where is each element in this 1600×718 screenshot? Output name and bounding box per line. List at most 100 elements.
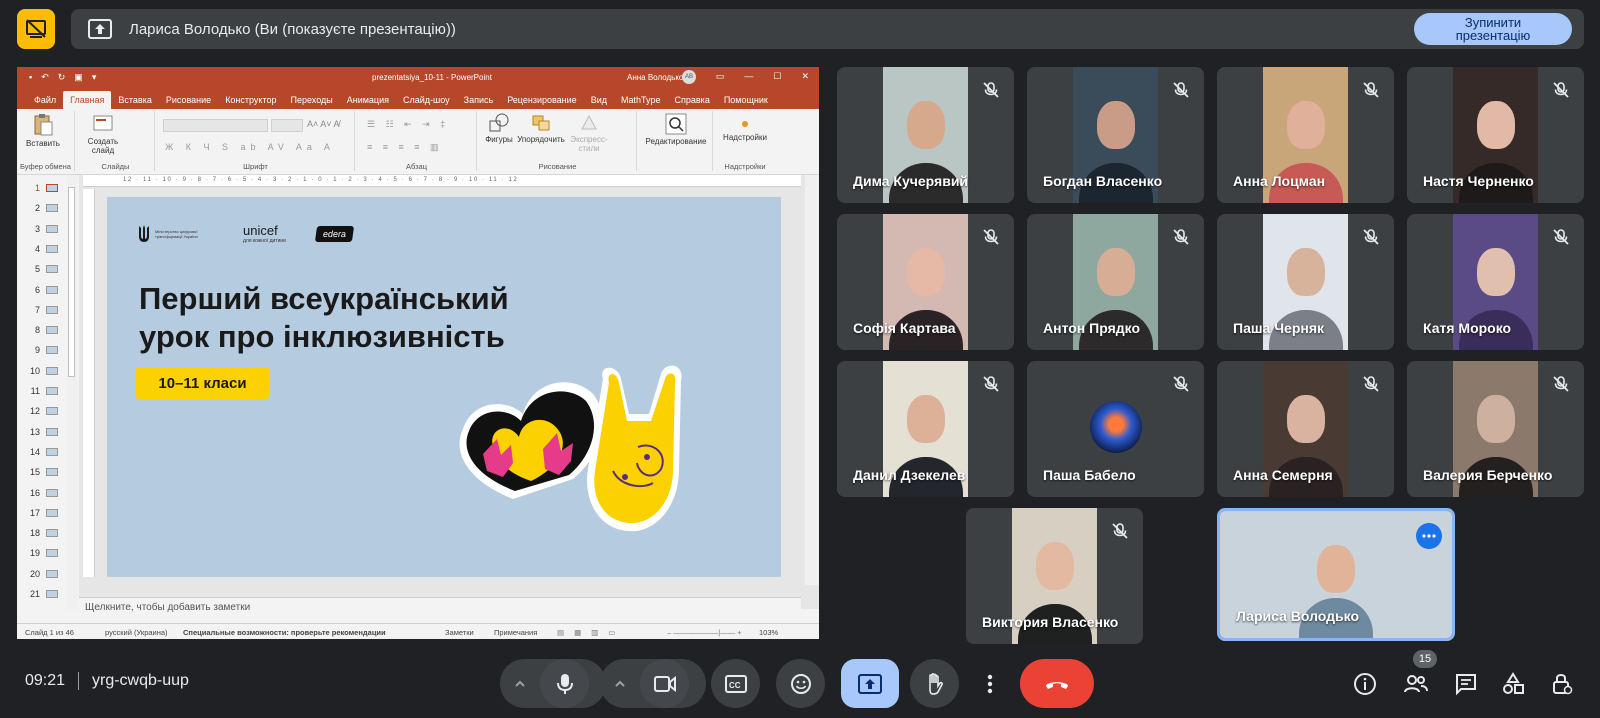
slide-canvas[interactable]: Міністерство цифрової трансформації Укра… [107, 197, 781, 577]
comments-toggle[interactable]: Примечания [494, 628, 537, 637]
stop-presenting-button[interactable]: Зупинити презентацію [1414, 13, 1572, 45]
paste-button[interactable]: Вставить [23, 113, 63, 148]
undo-icon[interactable]: ↶ [41, 72, 49, 83]
ribbon-tab[interactable]: Анимация [340, 91, 396, 109]
redo-icon[interactable]: ↻ [58, 72, 66, 83]
slide-thumbnail[interactable]: 1 [22, 181, 72, 195]
ribbon-tab[interactable]: Переходы [284, 91, 340, 109]
participant-tile[interactable]: Виктория Власенко [966, 508, 1143, 644]
ribbon-display-icon[interactable]: ▭ [716, 71, 725, 82]
slideshow-icon[interactable]: ▣ [74, 72, 83, 83]
ribbon-tab[interactable]: Рецензирование [500, 91, 584, 109]
captions-icon[interactable]: CC [711, 659, 760, 708]
tile-more-options-icon[interactable] [1416, 523, 1442, 549]
participant-tile[interactable]: Паша Бабело [1027, 361, 1204, 497]
slide-thumbnail[interactable]: 8 [22, 323, 72, 337]
slide-scrollbar[interactable] [805, 175, 819, 585]
ribbon-tab[interactable]: Главная [63, 91, 112, 109]
slide-thumbnail[interactable]: 3 [22, 222, 72, 236]
ppt-user-avatar[interactable]: АВ [682, 70, 696, 84]
minimize-icon[interactable]: — [744, 71, 753, 82]
font-name-box[interactable] [163, 119, 268, 132]
slide-thumbnail[interactable]: 15 [22, 465, 72, 479]
participant-tile[interactable]: Богдан Власенко [1027, 67, 1204, 203]
ribbon-tab[interactable]: Файл [27, 91, 63, 109]
maximize-icon[interactable]: ☐ [773, 71, 781, 82]
participant-tile[interactable]: Антон Прядко [1027, 214, 1204, 350]
slide-thumbnail[interactable]: 11 [22, 384, 72, 398]
notes-toggle[interactable]: Заметки [445, 628, 474, 637]
end-call-icon[interactable] [1020, 659, 1094, 708]
slide-thumbnail[interactable]: 16 [22, 486, 72, 500]
customize-icon[interactable]: ▾ [92, 72, 97, 83]
host-controls-lock-icon[interactable] [1548, 670, 1576, 698]
slide-thumbnail[interactable]: 5 [22, 262, 72, 276]
close-icon[interactable]: ✕ [801, 71, 809, 82]
ribbon-tab[interactable]: Справка [668, 91, 717, 109]
font-format-icons[interactable]: Ж К Ч S ab AV Aa A [165, 142, 335, 152]
slide-thumbnail[interactable]: 7 [22, 303, 72, 317]
mic-options-chevron-icon[interactable] [500, 677, 540, 691]
participant-tile[interactable]: Паша Черняк [1217, 214, 1394, 350]
slide-thumbnail[interactable]: 13 [22, 425, 72, 439]
more-options-icon[interactable] [975, 659, 1005, 708]
new-slide-button[interactable]: Создать слайд [83, 113, 123, 155]
slide-thumbnail[interactable]: 9 [22, 343, 72, 357]
activities-icon[interactable] [1499, 670, 1527, 698]
ribbon-tab[interactable]: Рисование [159, 91, 218, 109]
emoji-reactions-icon[interactable] [776, 659, 825, 708]
participant-tile[interactable]: Софія Картава [837, 214, 1014, 350]
participant-tile[interactable]: Настя Черненко [1407, 67, 1584, 203]
meeting-info-icon[interactable] [1351, 670, 1379, 698]
participant-tile[interactable]: Анна Лоцман [1217, 67, 1394, 203]
chat-icon[interactable] [1452, 670, 1480, 698]
microphone-icon[interactable] [540, 659, 589, 708]
raise-hand-icon[interactable] [910, 659, 959, 708]
save-icon[interactable]: ▪ [29, 72, 32, 83]
ribbon-tab[interactable]: Вид [584, 91, 614, 109]
slide-thumbnail[interactable]: 19 [22, 546, 72, 560]
ribbon-tab[interactable]: Запись [457, 91, 501, 109]
ribbon-tab[interactable]: Конструктор [218, 91, 283, 109]
zoom-level[interactable]: 103% [759, 628, 778, 637]
camera-options-chevron-icon[interactable] [600, 677, 640, 691]
language-indicator[interactable]: русский (Украина) [105, 628, 168, 637]
ribbon-tab[interactable]: Слайд-шоу [396, 91, 457, 109]
ribbon-tab[interactable]: MathType [614, 91, 668, 109]
list-icons[interactable]: ☰ ☷ ⇤ ⇥ ‡ [367, 119, 449, 130]
editing-button[interactable]: Редактирование [641, 113, 711, 146]
slide-thumbnail[interactable]: 4 [22, 242, 72, 256]
notes-pane[interactable]: Щелкните, чтобы добавить заметки [79, 597, 801, 617]
camera-icon[interactable] [640, 659, 689, 708]
thumbnails-scrollbar[interactable] [67, 175, 77, 609]
view-mode-icons[interactable]: ▤▦▥▭ [557, 628, 625, 637]
participant-tile[interactable]: Валерия Берченко [1407, 361, 1584, 497]
accessibility-status[interactable]: Специальные возможности: проверьте реком… [183, 628, 386, 637]
people-icon[interactable] [1402, 670, 1430, 698]
font-size-box[interactable] [271, 119, 303, 132]
slide-thumbnail[interactable]: 18 [22, 526, 72, 540]
slide-thumbnail[interactable]: 21 [22, 587, 72, 601]
slide-thumbnail[interactable]: 6 [22, 283, 72, 297]
shapes-button[interactable]: Фигуры [481, 113, 517, 144]
addins-button[interactable]: Надстройки [717, 117, 773, 142]
participant-tile[interactable]: Данил Дзекелев [837, 361, 1014, 497]
present-now-icon[interactable] [841, 659, 899, 708]
slide-thumbnail[interactable]: 10 [22, 364, 72, 378]
quick-styles-button[interactable]: Экспресс-стили [567, 113, 611, 153]
participant-tile[interactable]: Катя Мороко [1407, 214, 1584, 350]
ribbon-tab[interactable]: Вставка [111, 91, 158, 109]
participant-tile[interactable]: Лариса Володько [1217, 508, 1455, 641]
slide-thumbnail[interactable]: 2 [22, 201, 72, 215]
arrange-button[interactable]: Упорядочить [515, 113, 567, 144]
ribbon-tab[interactable]: Помощник [717, 91, 775, 109]
font-grow-icons[interactable]: A˄ A˅ A̸ [307, 119, 340, 129]
presentation-off-icon[interactable] [17, 9, 55, 49]
participant-tile[interactable]: Дима Кучерявий [837, 67, 1014, 203]
zoom-slider[interactable]: – ——————|—— + [667, 628, 742, 637]
slide-thumbnail[interactable]: 14 [22, 445, 72, 459]
slide-thumbnail[interactable]: 12 [22, 404, 72, 418]
slide-thumbnail[interactable]: 20 [22, 567, 72, 581]
participant-tile[interactable]: Анна Семерня [1217, 361, 1394, 497]
slide-thumbnail[interactable]: 17 [22, 506, 72, 520]
